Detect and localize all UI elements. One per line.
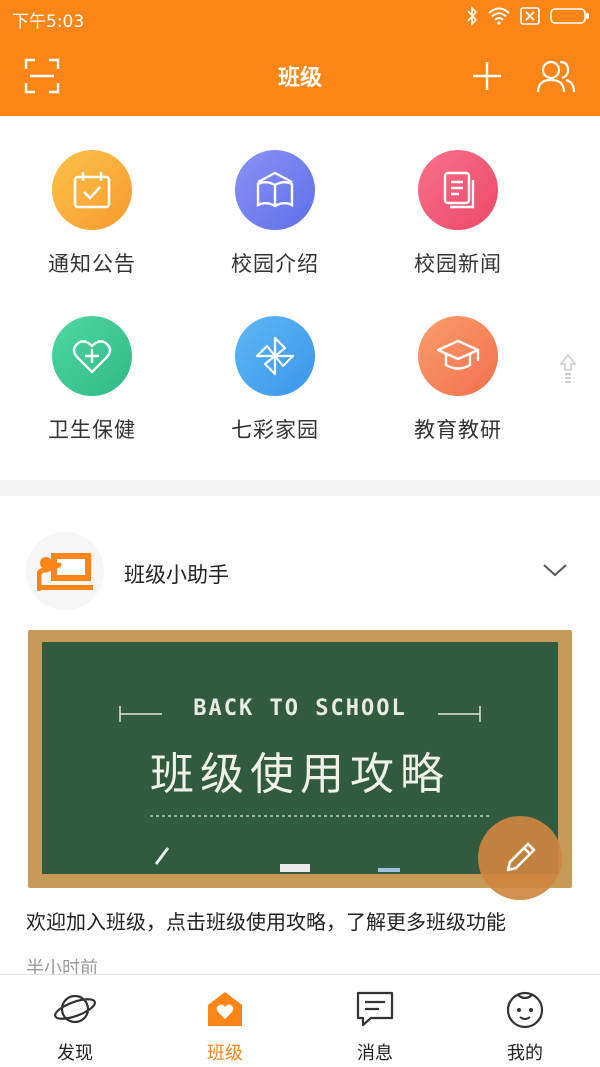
section-divider (0, 480, 600, 496)
grid-label: 校园新闻 (414, 252, 502, 276)
banner-title: 班级使用攻略 (150, 749, 450, 800)
feed-description: 欢迎加入班级，点击班级使用攻略，了解更多班级功能 (26, 910, 506, 934)
banner-subtitle: BACK TO SCHOOL (193, 696, 407, 721)
grid-item-campus-intro[interactable]: 校园介绍 (205, 116, 345, 276)
tab-class[interactable]: 班级 (150, 975, 300, 1067)
grid-item-notice[interactable]: 通知公告 (22, 116, 162, 276)
bottom-nav: 发现 班级 消息 我的 (0, 974, 600, 1067)
grid-label: 通知公告 (48, 252, 136, 276)
contacts-button[interactable] (534, 54, 578, 98)
no-sim-icon (520, 7, 540, 25)
house-heart-icon (203, 987, 247, 1031)
grid-item-family[interactable]: 七彩家园 (205, 282, 345, 442)
feed-card[interactable]: 班级小助手 BACK TO SCHOOL 班级使用攻略 欢迎加入班级，点击班级使… (0, 496, 600, 979)
compose-button[interactable] (478, 816, 562, 900)
calendar-check-icon (52, 150, 132, 230)
tab-mine[interactable]: 我的 (450, 975, 600, 1067)
scroll-top-icon[interactable] (558, 352, 578, 388)
nav-label: 班级 (207, 1043, 243, 1064)
news-icon (418, 150, 498, 230)
tab-messages[interactable]: 消息 (300, 975, 450, 1067)
status-time: 下午5:03 (12, 12, 85, 32)
book-icon (235, 150, 315, 230)
grid-label: 校园介绍 (231, 252, 319, 276)
grid-label: 七彩家园 (231, 418, 319, 442)
add-button[interactable] (465, 54, 509, 98)
teacher-icon (37, 553, 93, 591)
wifi-icon (488, 7, 510, 25)
message-icon (353, 987, 397, 1031)
plus-icon (473, 62, 501, 90)
heart-plus-icon (52, 316, 132, 396)
pencil-icon (506, 842, 536, 872)
tab-discover[interactable]: 发现 (0, 975, 150, 1067)
battery-icon (550, 8, 589, 24)
nav-label: 我的 (507, 1043, 543, 1064)
baby-face-icon (503, 987, 547, 1031)
status-bar: 下午5:03 (0, 0, 600, 34)
planet-icon (53, 987, 97, 1031)
pinwheel-icon (235, 316, 315, 396)
page-title: 班级 (277, 66, 322, 91)
function-grid: 通知公告 校园介绍 校园新闻 卫生保健 七彩家园 教育教研 (0, 116, 600, 480)
assistant-name: 班级小助手 (124, 563, 229, 587)
chalkboard: BACK TO SCHOOL 班级使用攻略 (42, 642, 558, 874)
grid-label: 教育教研 (414, 418, 502, 442)
grid-item-campus-news[interactable]: 校园新闻 (388, 116, 528, 276)
nav-label: 发现 (57, 1043, 93, 1064)
bluetooth-icon (467, 6, 478, 26)
contacts-icon (536, 60, 576, 93)
app-header: 班级 (0, 34, 600, 116)
nav-label: 消息 (357, 1043, 393, 1064)
grid-label: 卫生保健 (48, 418, 136, 442)
grid-item-education[interactable]: 教育教研 (388, 282, 528, 442)
grid-item-health[interactable]: 卫生保健 (22, 282, 162, 442)
assistant-avatar (26, 532, 104, 610)
chevron-down-icon[interactable] (540, 558, 570, 582)
graduation-cap-icon (418, 316, 498, 396)
